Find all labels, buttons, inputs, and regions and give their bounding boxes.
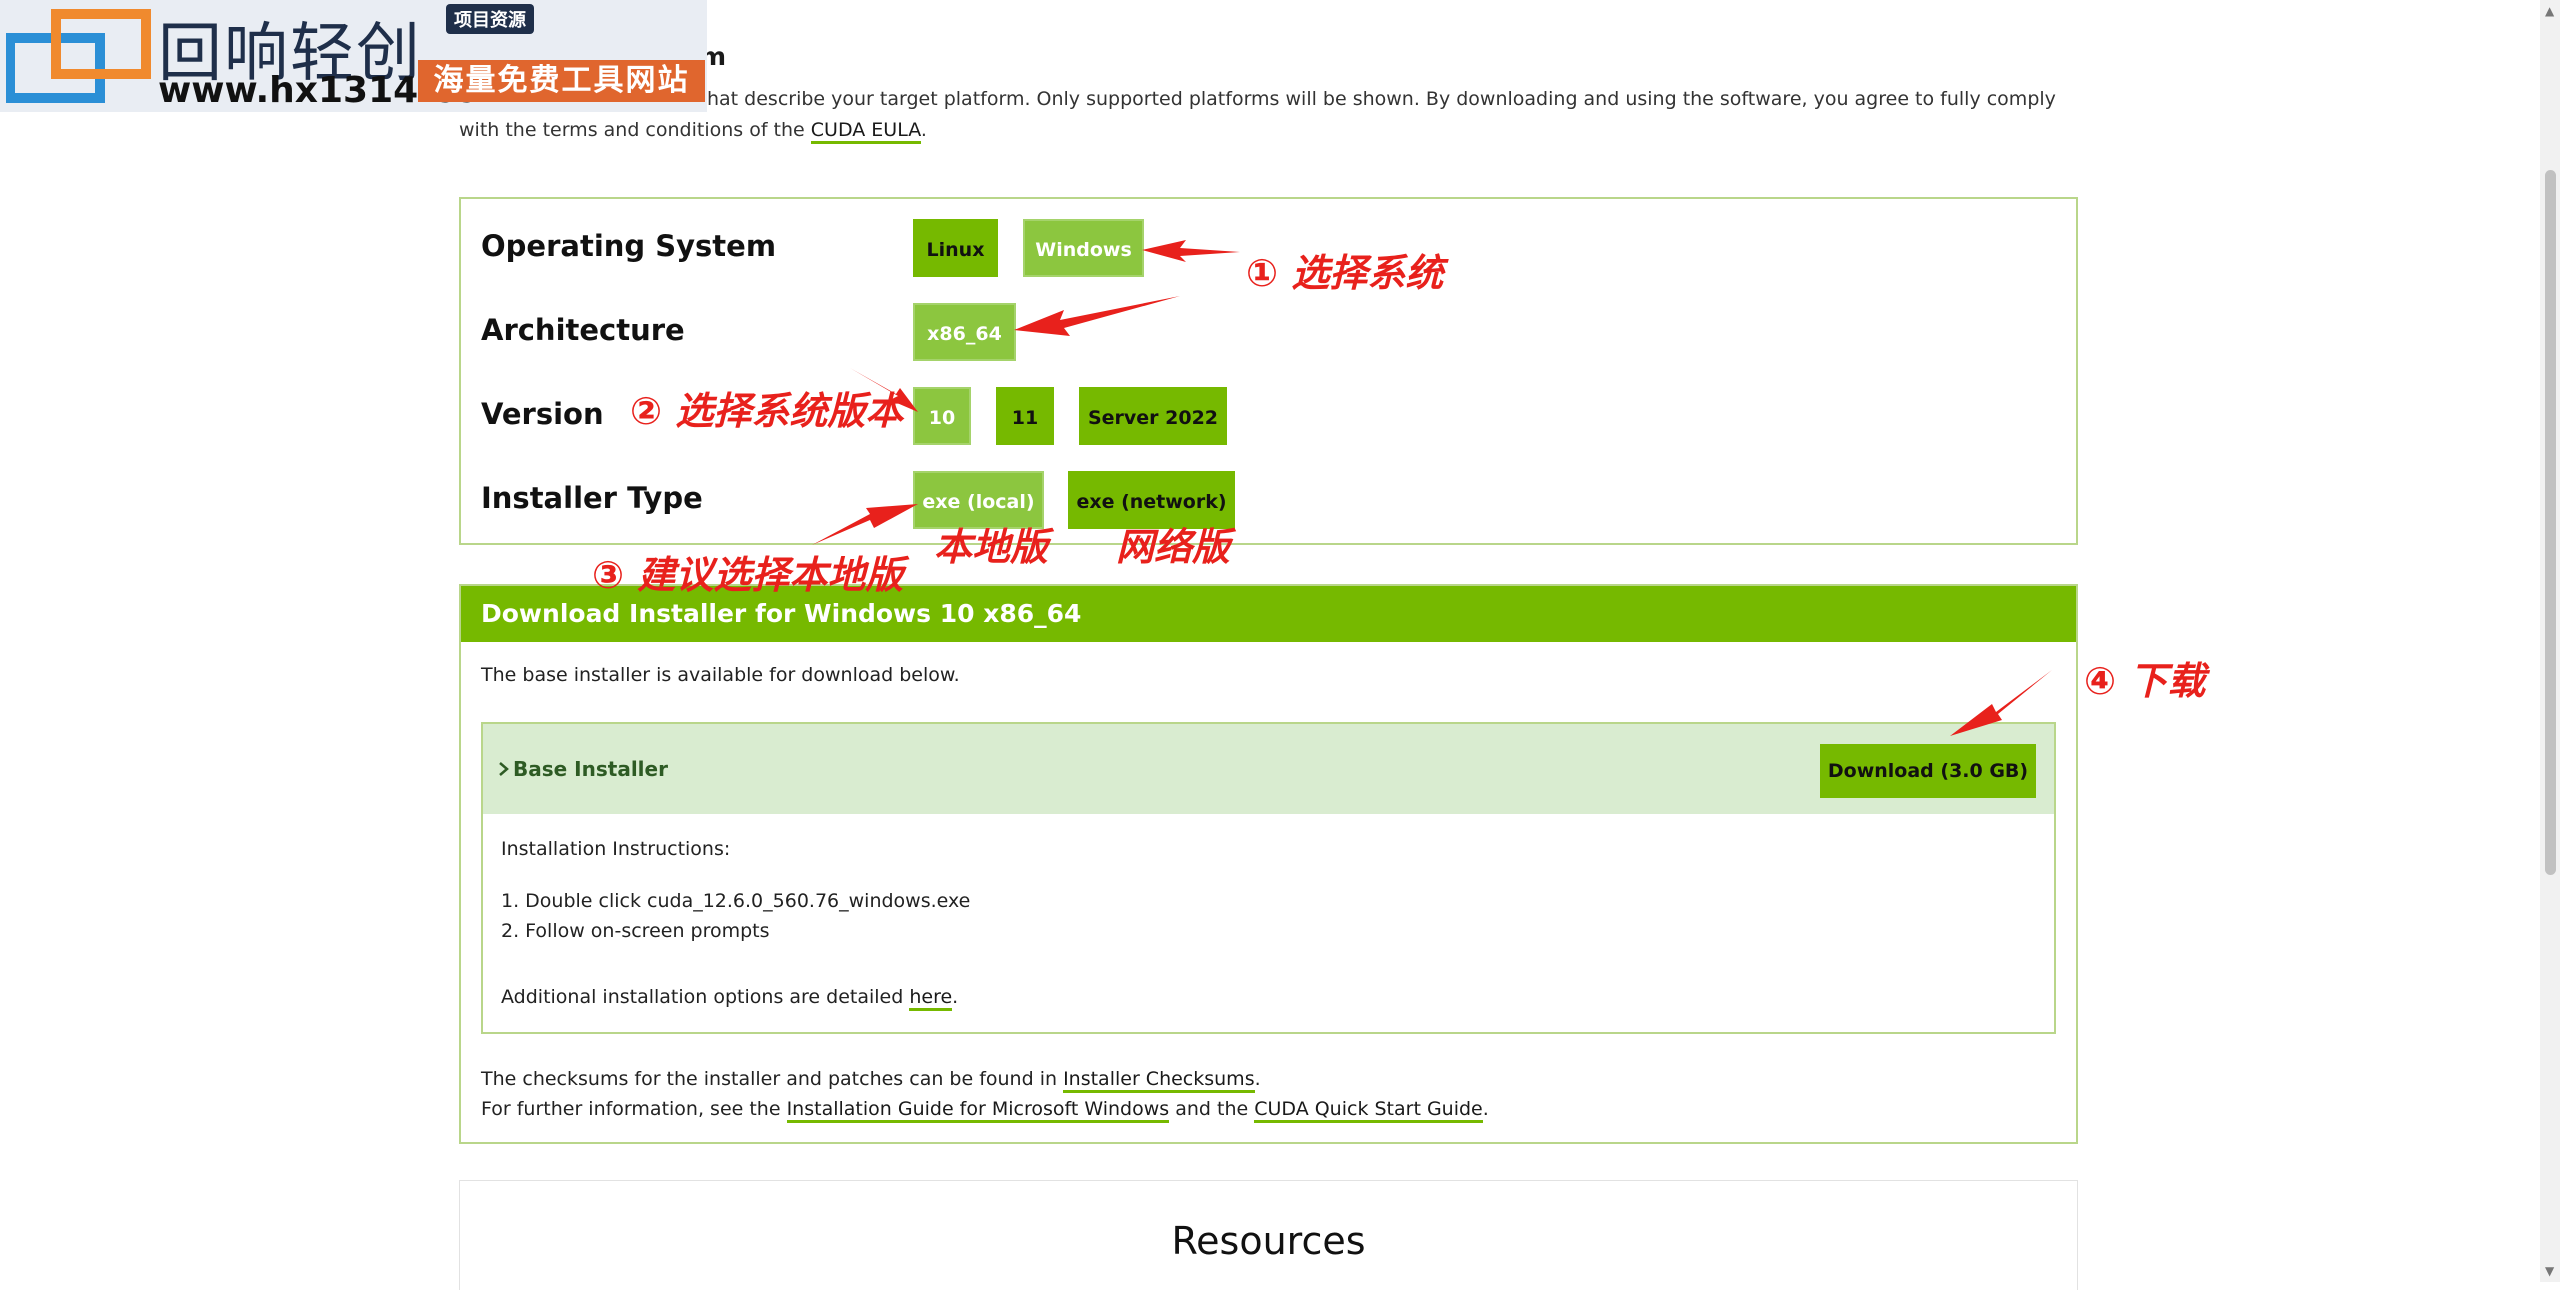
watermark-tag: 项目资源: [446, 4, 534, 34]
annotation-select-version: ② 选择系统版本: [630, 389, 904, 433]
watermark-slogan: 海量免费工具网站: [418, 60, 705, 102]
watermark-banner: 回响轻创 项目资源 www.hx1314.cc 海量免费工具网站: [0, 0, 707, 112]
scroll-down-icon[interactable]: ▼: [2545, 1264, 2554, 1278]
scroll-thumb[interactable]: [2545, 170, 2556, 875]
annotation-select-os: ① 选择系统: [1246, 251, 1444, 295]
scroll-up-icon[interactable]: ▲: [2545, 4, 2554, 18]
annotation-recommend-local: ③ 建议选择本地版: [592, 553, 904, 597]
page: 回响轻创 项目资源 www.hx1314.cc 海量免费工具网站 m hat d…: [0, 0, 2560, 1290]
annotation-download: ④ 下载: [2084, 659, 2206, 703]
arrow-os: [1142, 240, 1240, 262]
annotation-arrows: [812, 240, 2052, 736]
vertical-scrollbar[interactable]: ▲ ▼: [2540, 0, 2560, 1282]
arrow-installer: [812, 504, 918, 545]
annotation-local: 本地版: [934, 525, 1049, 569]
watermark-logo-icon: [6, 9, 151, 103]
arrow-download: [1950, 670, 2052, 736]
arrow-arch: [1014, 296, 1180, 336]
annotation-network: 网络版: [1116, 525, 1231, 569]
